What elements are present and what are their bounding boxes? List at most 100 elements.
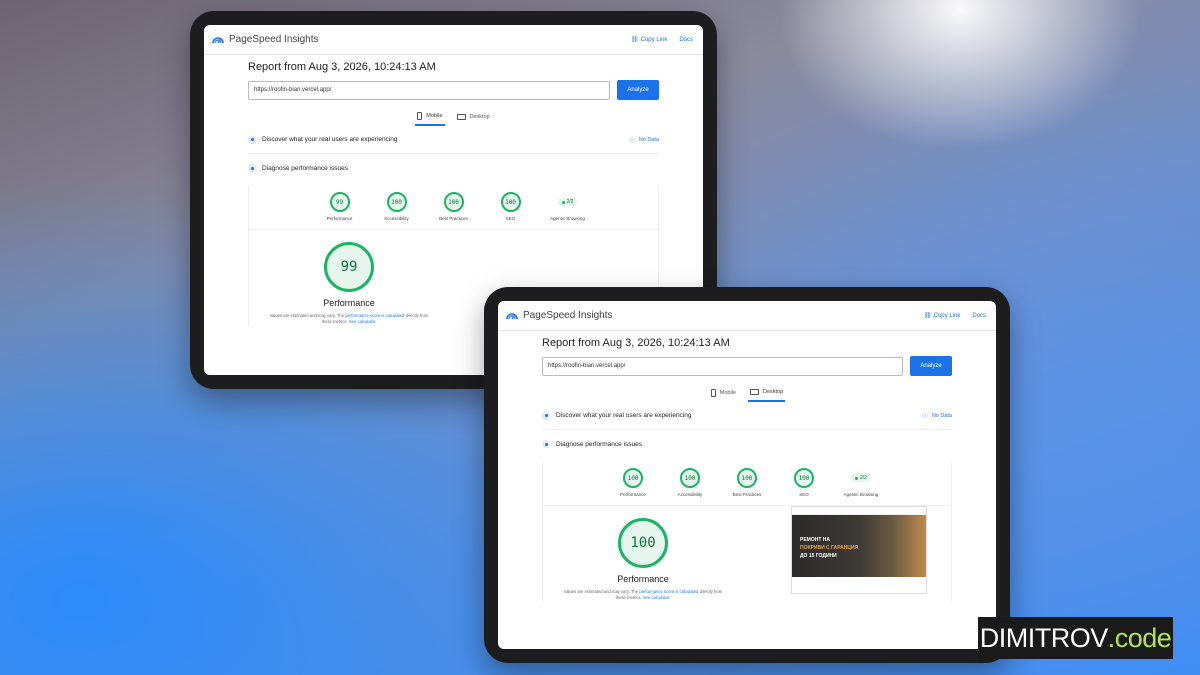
link-icon: ⛓: [924, 313, 932, 319]
score-calc-link[interactable]: performance score is calculated: [345, 313, 404, 318]
phone-icon: [710, 389, 716, 397]
performance-note: Values are estimated and may vary. The p…: [269, 313, 429, 325]
field-data-section[interactable]: Discover what your real users are experi…: [542, 402, 952, 430]
scores-card: 100 Performance 100 Accessibility 100 Best …: [542, 462, 952, 602]
gauge-label: SEO: [799, 492, 809, 497]
score-ring: 100: [680, 468, 700, 488]
screenshot-footer: [792, 577, 926, 593]
performance-title: Performance: [617, 574, 669, 584]
gauge-accessibility[interactable]: 100 Accessibility: [670, 468, 710, 497]
copy-link-button[interactable]: ⛓ Copy Link: [924, 312, 961, 320]
phone-icon: [417, 112, 423, 120]
section-title: Diagnose performance issues: [556, 440, 642, 448]
gauge-label: Agentic Browsing: [843, 492, 879, 497]
performance-score-gauge: 99: [324, 242, 374, 292]
pass-dot-icon: [855, 476, 859, 480]
gauge-performance[interactable]: 99 Performance: [320, 192, 360, 221]
gauge-label: Best Practices: [439, 216, 468, 221]
gauge-agentic-browsing[interactable]: 2/2 Agentic Browsing: [548, 192, 588, 221]
info-icon: ⓘ: [629, 137, 635, 144]
screenshot-hero: РЕМОНТ НА ПОКРИВИ С ГАРАНЦИЯ ДО 15 ГОДИН…: [792, 515, 926, 579]
calculator-link[interactable]: See calculator.: [349, 319, 376, 324]
gauge-label: Best Practices: [732, 492, 762, 497]
hero-line: РЕМОНТ НА: [800, 537, 830, 543]
tab-desktop[interactable]: Desktop: [455, 108, 492, 126]
copy-link-button[interactable]: ⛓ Copy Link: [631, 36, 668, 44]
tab-mobile[interactable]: Mobile: [415, 108, 445, 126]
brand-logo: DIMITROV .code: [978, 617, 1173, 659]
gauges-row: 100 Performance 100 Accessibility 100 Best …: [543, 462, 951, 506]
gauge-best-practices[interactable]: 100 Best Practices: [727, 468, 767, 497]
score-ring: 100: [386, 192, 407, 212]
diagnose-section[interactable]: Diagnose performance issues: [248, 154, 659, 182]
gauge-performance[interactable]: 100 Performance: [613, 468, 653, 497]
score-ring: 100: [623, 468, 643, 488]
score-ring: 99: [329, 192, 350, 212]
screenshot-nav: [792, 507, 926, 515]
no-data-label: No Data: [638, 136, 659, 143]
tab-label: Mobile: [426, 113, 443, 119]
score-ring: 100: [794, 468, 814, 488]
header: PageSpeed Insights ⛓ Copy Link Docs: [498, 301, 996, 331]
score-calc-link[interactable]: performance score is calculated: [639, 589, 698, 594]
hero-line: ПОКРИВИ С ГАРАНЦИЯ: [800, 545, 859, 551]
gauge-accessibility[interactable]: 100 Accessibility: [377, 192, 417, 221]
section-title: Discover what your real users are experi…: [556, 412, 692, 419]
tab-desktop[interactable]: Desktop: [748, 384, 786, 402]
gauge-seo[interactable]: 100 SEO: [491, 192, 531, 221]
tab-label: Desktop: [763, 389, 784, 395]
info-icon: ⓘ: [922, 413, 928, 420]
no-data-indicator: ⓘ No Data: [629, 136, 659, 144]
gauge-agentic-browsing[interactable]: 2/2 Agentic Browsing: [841, 468, 881, 497]
link-icon: ⛓: [631, 37, 639, 43]
gauge-label: Agentic Browsing: [550, 216, 585, 221]
pass-dot-icon: [561, 200, 565, 204]
docs-link[interactable]: Docs: [679, 37, 693, 43]
tab-label: Mobile: [719, 390, 736, 396]
section-title: Diagnose performance issues: [262, 164, 348, 172]
copy-link-label: Copy Link: [933, 312, 961, 319]
score-ring: 100: [500, 192, 521, 212]
device-tabs: Mobile Desktop: [248, 108, 659, 126]
score-ring: 100: [443, 192, 464, 212]
brand-suffix: .code: [1107, 622, 1172, 653]
calculator-link[interactable]: See calculator.: [643, 595, 670, 600]
gauge-label: Accessibility: [384, 216, 409, 221]
desktop-icon: [456, 114, 466, 120]
gauge-seo[interactable]: 100 SEO: [784, 468, 824, 497]
gauge-best-practices[interactable]: 100 Best Practices: [434, 192, 474, 221]
lab-icon: [248, 164, 256, 172]
brand-name: DIMITROV: [979, 622, 1109, 653]
field-data-section[interactable]: Discover what your real users are experi…: [248, 126, 659, 154]
gauge-label: SEO: [505, 216, 516, 221]
no-data-indicator: ⓘ No Data: [922, 412, 952, 420]
gauge-label: Performance: [326, 216, 353, 221]
tablet-desktop-report: PageSpeed Insights ⛓ Copy Link Docs Repor…: [484, 287, 1010, 663]
analyze-button[interactable]: Analyze: [910, 356, 952, 376]
hero-line: ДО 15 ГОДИНИ: [800, 553, 837, 559]
tablet-screen: PageSpeed Insights ⛓ Copy Link Docs Repor…: [498, 301, 996, 649]
gauges-row: 99 Performance 100 Accessibility 100 Best P…: [249, 186, 658, 230]
docs-link[interactable]: Docs: [972, 313, 986, 319]
agentic-score: 2/2: [860, 475, 867, 481]
app-title: PageSpeed Insights: [523, 310, 613, 321]
url-input[interactable]: https://roofin-bian.vercel.app/: [248, 80, 610, 100]
header: PageSpeed Insights ⛓ Copy Link Docs: [204, 25, 703, 55]
psi-logo[interactable]: PageSpeed Insights: [506, 310, 613, 321]
section-title: Discover what your real users are experi…: [262, 136, 398, 143]
tab-mobile[interactable]: Mobile: [709, 384, 738, 402]
people-icon: [542, 411, 550, 420]
url-input[interactable]: https://roofin-bian.vercel.app/: [542, 356, 903, 376]
report-title: Report from Aug 3, 2026, 10:24:13 AM: [542, 337, 730, 349]
device-tabs: Mobile Desktop: [542, 384, 952, 402]
score-ring: 100: [737, 468, 757, 488]
performance-title: Performance: [323, 298, 375, 308]
performance-summary: 100 Performance Values are estimated and…: [543, 506, 951, 602]
copy-link-label: Copy Link: [640, 36, 668, 43]
analyze-button[interactable]: Analyze: [617, 80, 659, 100]
gauge-label: Accessibility: [677, 492, 703, 497]
psi-logo[interactable]: PageSpeed Insights: [212, 34, 319, 45]
diagnose-section[interactable]: Diagnose performance issues: [542, 430, 952, 458]
tab-label: Desktop: [469, 114, 490, 120]
pagespeed-icon: [212, 36, 224, 43]
